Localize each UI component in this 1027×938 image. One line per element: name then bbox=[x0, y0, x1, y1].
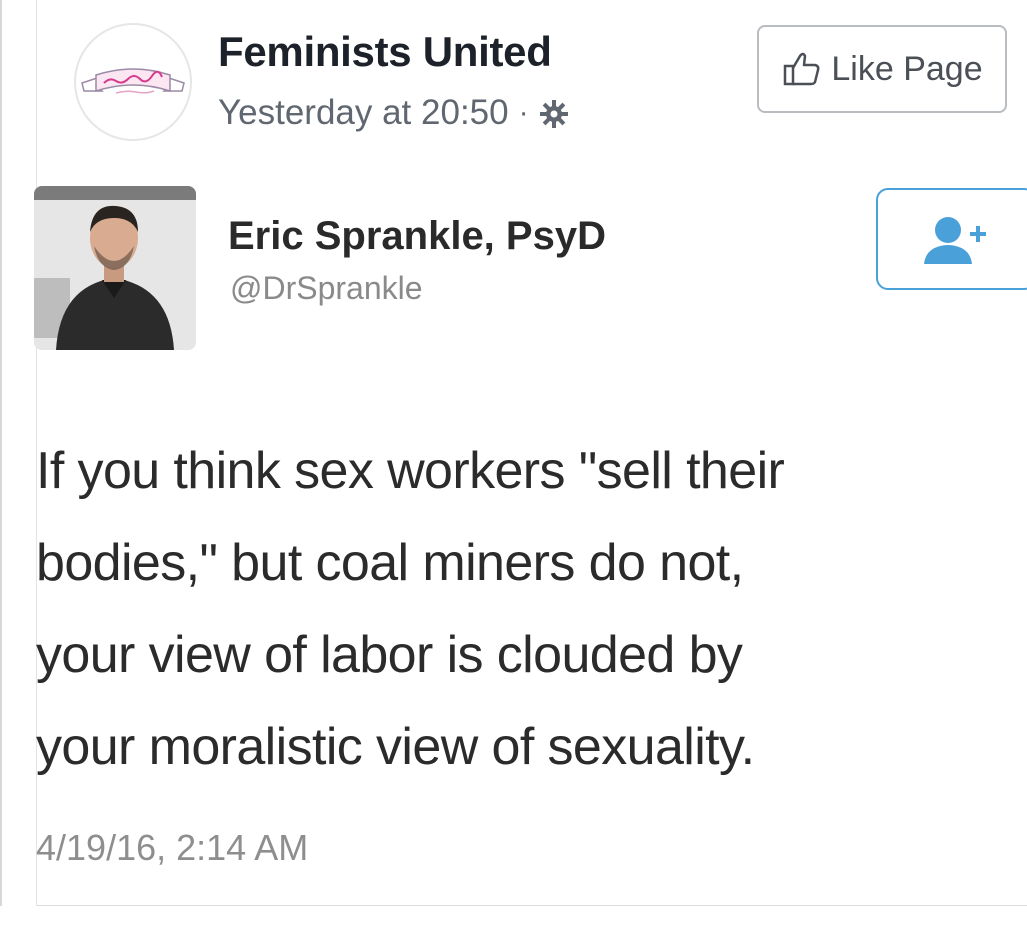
bottom-strip bbox=[0, 906, 1027, 938]
post-meta: Yesterday at 20:50 · bbox=[218, 93, 569, 133]
thumbs-up-icon bbox=[784, 52, 820, 86]
tweet-text-line: your moralistic view of sexuality. bbox=[36, 718, 755, 776]
tweet-date[interactable]: 4/19/16, 2:14 AM bbox=[36, 827, 308, 869]
add-user-icon bbox=[924, 217, 986, 264]
tweet-author-handle[interactable]: @DrSprankle bbox=[230, 270, 423, 307]
tweet-text-line: your view of labor is clouded by bbox=[36, 626, 743, 684]
author-photo bbox=[34, 186, 196, 350]
page-avatar[interactable] bbox=[74, 23, 192, 141]
follow-button[interactable] bbox=[876, 188, 1027, 290]
meta-separator: · bbox=[518, 96, 529, 129]
gear-icon[interactable] bbox=[539, 98, 569, 128]
tweet-author-avatar[interactable] bbox=[34, 186, 196, 350]
tweet-text-line: If you think sex workers "sell their bbox=[36, 442, 785, 500]
like-page-label: Like Page bbox=[831, 49, 983, 88]
left-border bbox=[0, 0, 2, 938]
tweet-text-line: bodies," but coal miners do not, bbox=[36, 534, 744, 592]
tweet-text: If you think sex workers "sell their bod… bbox=[36, 425, 996, 793]
post-timestamp[interactable]: Yesterday at 20:50 bbox=[218, 93, 509, 133]
page-name[interactable]: Feminists United bbox=[218, 28, 552, 76]
like-page-button[interactable]: Like Page bbox=[757, 25, 1007, 113]
tweet-author-name[interactable]: Eric Sprankle, PsyD bbox=[228, 214, 606, 259]
feminists-united-logo bbox=[81, 68, 185, 94]
